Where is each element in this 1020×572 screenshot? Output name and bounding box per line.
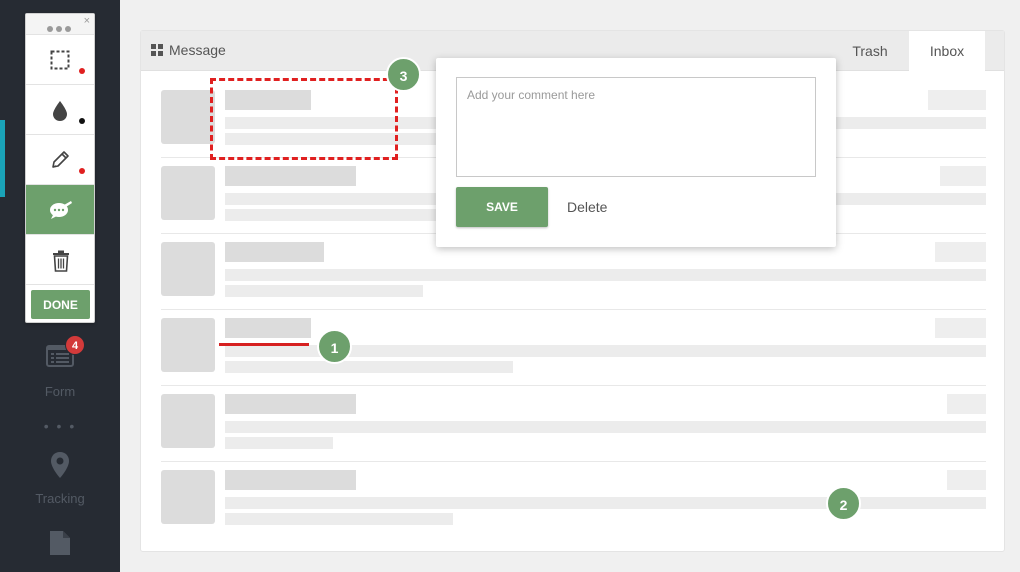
sidebar-item-form[interactable]: Form	[0, 343, 120, 399]
toolbar-drag-handle[interactable]: ×	[26, 14, 94, 34]
line-placeholder	[225, 269, 986, 281]
annotation-marker-2[interactable]: 2	[826, 486, 861, 521]
annotation-marker-3[interactable]: 3	[386, 57, 421, 92]
avatar-placeholder	[161, 318, 215, 372]
tool-color[interactable]	[26, 84, 94, 134]
avatar-placeholder	[161, 470, 215, 524]
sidebar-item-tracking-label: Tracking	[35, 491, 85, 506]
date-placeholder	[935, 242, 986, 262]
line-placeholder	[225, 437, 333, 449]
tool-comment[interactable]	[26, 184, 94, 234]
panel-title-text: Message	[169, 42, 226, 58]
location-pin-icon	[51, 452, 69, 478]
annotation-rectangle[interactable]	[210, 78, 398, 160]
grid-icon	[151, 44, 163, 56]
comment-input[interactable]	[456, 77, 816, 177]
title-placeholder	[225, 166, 356, 186]
done-button[interactable]: DONE	[31, 290, 90, 319]
avatar-placeholder	[161, 90, 215, 144]
select-rectangle-icon	[50, 50, 70, 70]
line-placeholder	[225, 285, 423, 297]
line-placeholder	[225, 497, 986, 509]
title-placeholder	[225, 318, 311, 338]
save-button[interactable]: SAVE	[456, 187, 548, 227]
sidebar-active-indicator	[0, 120, 5, 197]
toolbar-close-icon[interactable]: ×	[84, 15, 90, 27]
tool-delete[interactable]	[26, 234, 94, 284]
annotation-toolbar: × DONE	[25, 13, 95, 323]
comment-popup: SAVE Delete	[436, 58, 836, 247]
sidebar-item-tracking[interactable]: Tracking	[0, 451, 120, 506]
annotation-marker-1[interactable]: 1	[317, 329, 352, 364]
delete-button[interactable]: Delete	[567, 199, 607, 215]
date-placeholder	[928, 90, 986, 110]
line-placeholder	[225, 513, 453, 525]
line-placeholder	[225, 209, 455, 221]
pencil-icon	[52, 151, 69, 168]
sidebar-item-document[interactable]	[0, 530, 120, 556]
tool-indicator-dot	[79, 118, 85, 124]
list-item[interactable]	[161, 462, 986, 538]
date-placeholder	[940, 166, 986, 186]
date-placeholder	[935, 318, 986, 338]
toolbar-footer: DONE	[26, 284, 94, 325]
tool-indicator-dot	[79, 168, 85, 174]
avatar-placeholder	[161, 242, 215, 296]
notification-badge: 4	[65, 335, 85, 355]
title-placeholder	[225, 394, 356, 414]
title-placeholder	[225, 470, 356, 490]
avatar-placeholder	[161, 394, 215, 448]
list-item[interactable]	[161, 310, 986, 386]
tool-select-rectangle[interactable]	[26, 34, 94, 84]
avatar-placeholder	[161, 166, 215, 220]
line-placeholder	[225, 421, 986, 433]
more-dots-icon[interactable]: • • •	[0, 418, 120, 434]
annotation-line[interactable]	[219, 343, 309, 346]
sidebar-item-form-label: Form	[44, 384, 76, 399]
date-placeholder	[947, 470, 986, 490]
panel-title: Message	[151, 42, 226, 58]
document-icon	[50, 531, 70, 555]
tool-indicator-dot	[79, 68, 85, 74]
tool-pencil[interactable]	[26, 134, 94, 184]
list-item[interactable]	[161, 386, 986, 462]
date-placeholder	[947, 394, 986, 414]
tab-inbox[interactable]: Inbox	[909, 31, 985, 71]
trash-icon	[53, 250, 69, 272]
title-placeholder	[225, 242, 324, 262]
tab-trash[interactable]: Trash	[831, 31, 909, 71]
comment-bubble-icon	[50, 201, 72, 219]
color-drop-icon	[53, 101, 67, 121]
line-placeholder	[225, 361, 513, 373]
